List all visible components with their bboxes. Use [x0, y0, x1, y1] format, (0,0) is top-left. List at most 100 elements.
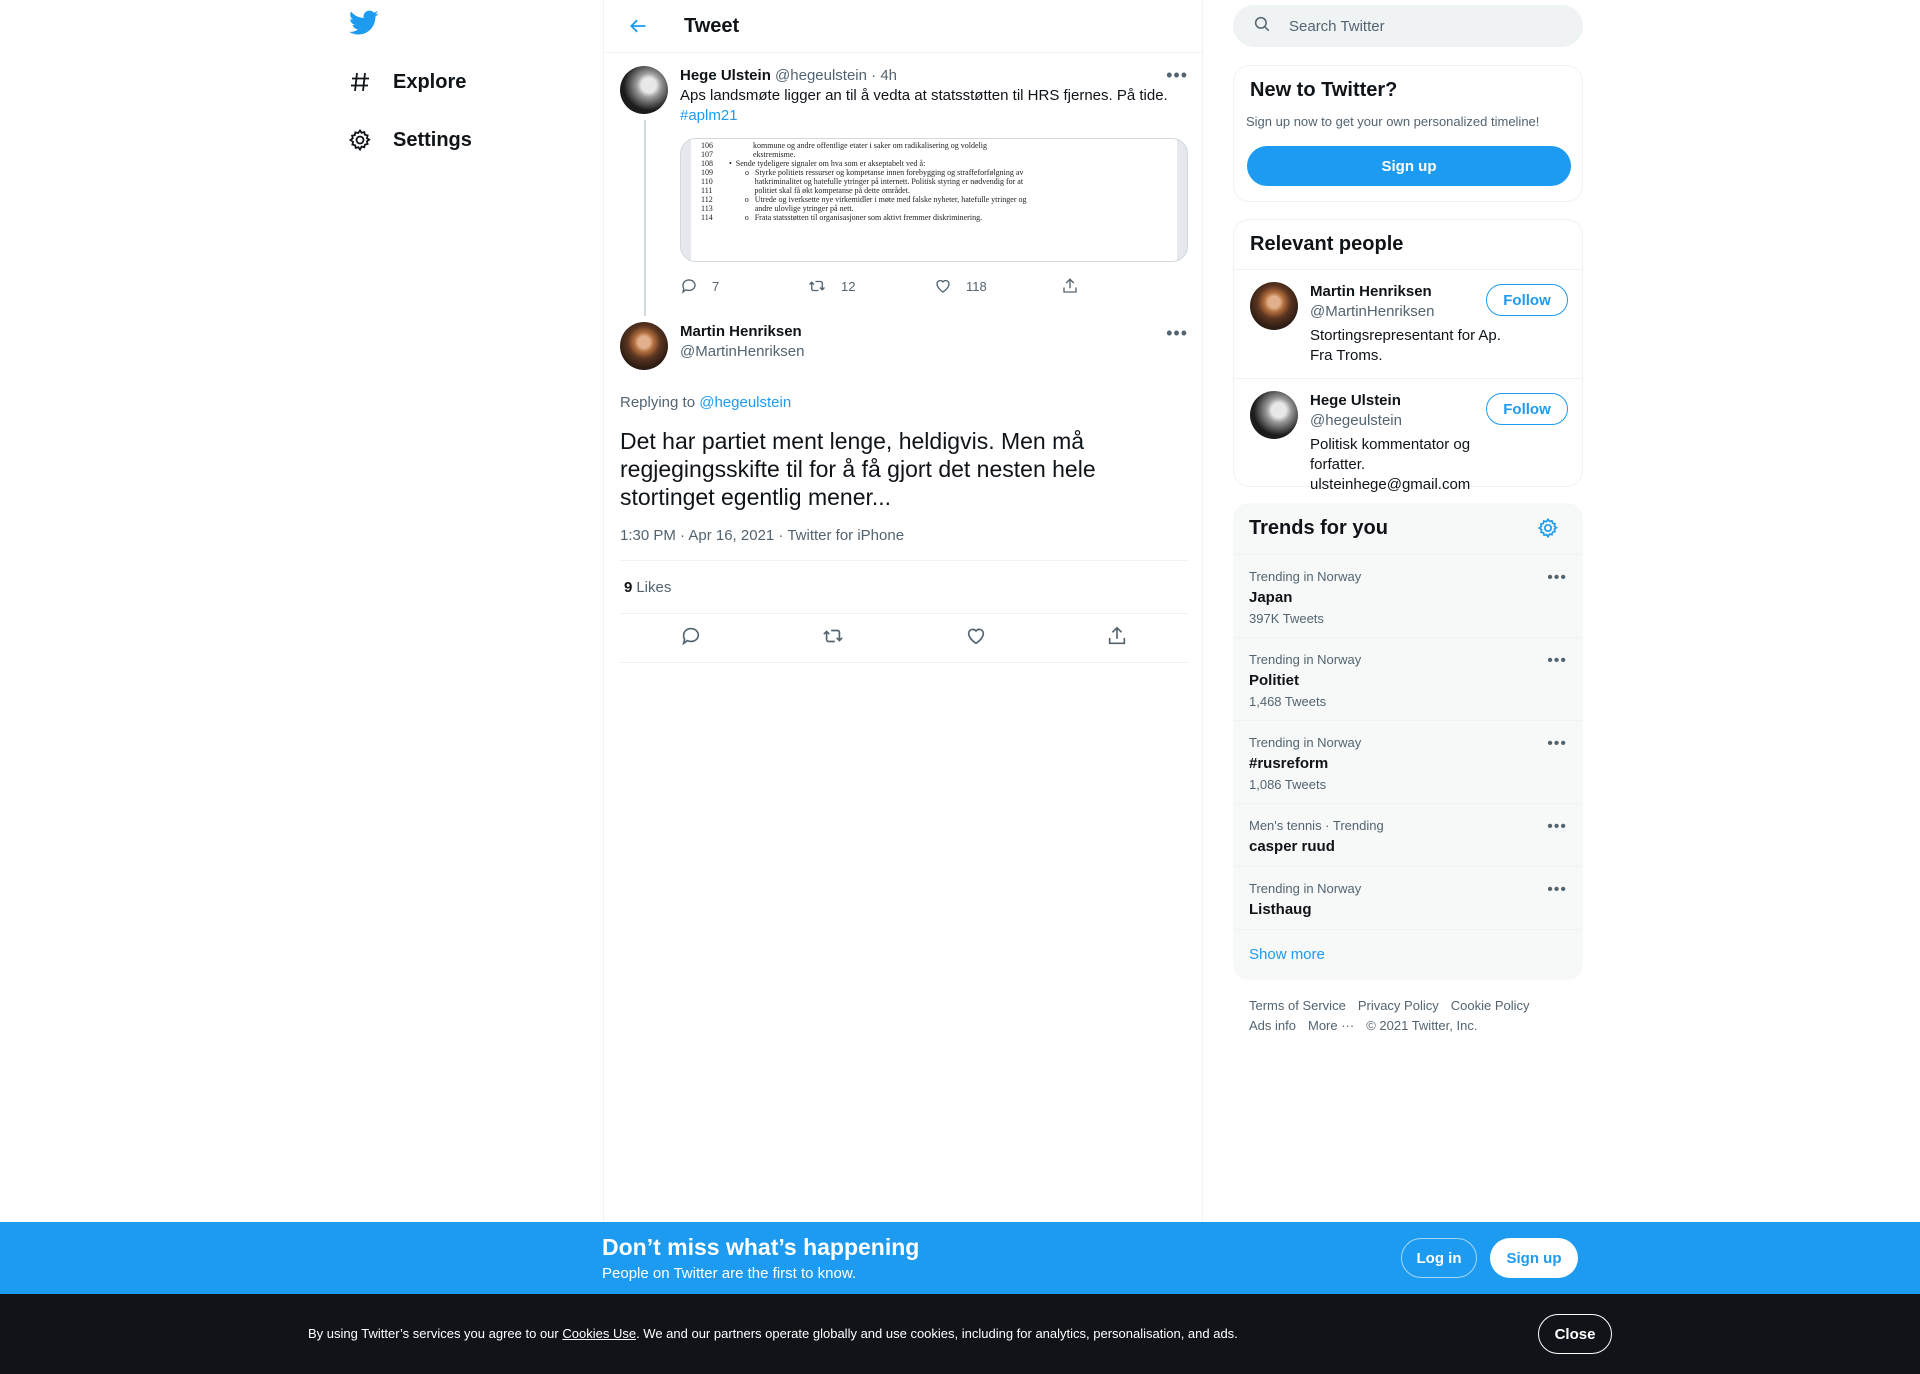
log-in-button[interactable]: Log in — [1401, 1238, 1477, 1278]
person-handle[interactable]: @hegeulstein — [1310, 411, 1510, 431]
trend-name: Japan — [1249, 589, 1293, 606]
trend-name: Listhaug — [1249, 901, 1312, 918]
avatar[interactable] — [1250, 282, 1298, 330]
show-more-row[interactable]: Show more — [1233, 929, 1583, 980]
reply-count: 7 — [712, 278, 720, 294]
cookies-use-link[interactable]: Cookies Use — [562, 1326, 636, 1341]
back-arrow-icon[interactable] — [620, 8, 656, 44]
cookie-prefix: By using Twitter’s services you agree to… — [308, 1326, 559, 1341]
gear-icon[interactable] — [1537, 517, 1559, 544]
parent-tweet-text: Aps landsmøte ligger an til å vedta at s… — [680, 86, 1188, 126]
document-snippet: 106 kommune og andre offentlige etater i… — [691, 139, 1177, 261]
follow-button[interactable]: Follow — [1486, 393, 1568, 425]
avatar[interactable] — [1250, 391, 1298, 439]
search-box[interactable] — [1233, 5, 1583, 47]
author-info: Martin Henriksen @MartinHenriksen — [680, 322, 804, 370]
document-line: 111 politiet skal få økt kompetanse på d… — [701, 186, 910, 195]
hashtag-link[interactable]: #aplm21 — [680, 107, 738, 124]
like-action[interactable]: 118 — [934, 277, 1061, 295]
trend-item[interactable]: Trending in Norway Listhaug ••• — [1233, 866, 1583, 929]
close-button[interactable]: Close — [1538, 1314, 1612, 1354]
parent-tweet-actions: 7 12 118 — [680, 276, 1188, 296]
nav-settings[interactable]: Settings — [347, 118, 472, 162]
person-bio: Politisk kommentator og forfatter. ulste… — [1310, 436, 1471, 493]
trend-item[interactable]: Trending in Norway Japan 397K Tweets ••• — [1233, 554, 1583, 637]
person-item[interactable]: Hege Ulstein @hegeulstein Politisk komme… — [1234, 391, 1584, 493]
more-options-icon[interactable]: ••• — [1166, 66, 1188, 84]
author-handle[interactable]: @MartinHenriksen — [680, 342, 804, 362]
footer-link[interactable]: Terms of Service — [1249, 996, 1346, 1016]
share-icon — [1063, 278, 1077, 293]
thread-line — [644, 120, 646, 316]
cookie-text: By using Twitter’s services you agree to… — [308, 1326, 1238, 1341]
more-options-icon[interactable]: ••• — [1547, 735, 1567, 753]
footer-link[interactable]: More ··· — [1308, 1016, 1354, 1036]
person-info: Hege Ulstein @hegeulstein Politisk komme… — [1310, 391, 1510, 495]
footer-link[interactable]: Cookie Policy — [1451, 996, 1530, 1016]
person-bio: Stortingsrepresentant for Ap. Fra Troms. — [1310, 327, 1501, 364]
document-line: 112 o Utrede og iverksette nye virkemidl… — [701, 195, 1027, 204]
tweet-media-image[interactable]: 106 kommune og andre offentlige etater i… — [680, 138, 1188, 262]
follow-button[interactable]: Follow — [1486, 284, 1568, 316]
more-options-icon[interactable]: ••• — [1547, 652, 1567, 670]
reply-action[interactable]: 7 — [680, 277, 807, 295]
heart-icon — [936, 279, 950, 293]
reply-icon[interactable] — [680, 625, 702, 652]
document-line: 107 ekstremisme. — [701, 150, 796, 159]
footer-link[interactable]: Privacy Policy — [1358, 996, 1439, 1016]
replying-prefix: Replying to — [620, 394, 696, 411]
more-options-icon[interactable]: ••• — [1547, 818, 1567, 836]
divider — [1234, 269, 1582, 270]
nav-settings-label: Settings — [393, 128, 472, 151]
person-name[interactable]: Hege Ulstein — [1310, 391, 1510, 411]
banner-heading: Don’t miss what’s happening — [602, 1234, 920, 1260]
reply-icon — [681, 279, 696, 294]
focused-tweet-header: Martin Henriksen @MartinHenriksen ••• — [620, 322, 1188, 370]
footer-link[interactable]: Ads info — [1249, 1016, 1296, 1036]
sign-up-button[interactable]: Sign up — [1247, 146, 1571, 186]
avatar[interactable] — [620, 322, 668, 370]
banner-subheading: People on Twitter are the first to know. — [602, 1265, 857, 1282]
share-action[interactable] — [1061, 277, 1188, 295]
parent-tweet[interactable]: Hege Ulstein @hegeulstein · 4h ••• Aps l… — [620, 66, 1188, 294]
document-line: 108 • Sende tydeligere signaler om hva s… — [701, 159, 926, 168]
avatar[interactable] — [620, 66, 668, 114]
trend-count: 1,086 Tweets — [1249, 777, 1327, 792]
sign-up-button[interactable]: Sign up — [1490, 1238, 1578, 1278]
trend-item[interactable]: Trending in Norway Politiet 1,468 Tweets… — [1233, 637, 1583, 720]
nav-explore[interactable]: Explore — [347, 60, 466, 104]
replying-to-handle[interactable]: @hegeulstein — [699, 394, 791, 411]
heart-icon[interactable] — [965, 625, 987, 652]
search-icon — [1253, 15, 1271, 38]
author-name[interactable]: Martin Henriksen — [680, 322, 804, 342]
card-title: Trends for you — [1249, 517, 1388, 539]
author-handle[interactable]: @hegeulstein — [775, 67, 867, 84]
more-options-icon[interactable]: ••• — [1547, 881, 1567, 899]
card-subtitle: Sign up now to get your own personalized… — [1246, 114, 1540, 129]
show-more-link[interactable]: Show more — [1249, 946, 1567, 963]
search-input[interactable] — [1289, 17, 1549, 35]
person-name[interactable]: Martin Henriksen — [1310, 282, 1510, 302]
likes-summary[interactable]: 9 Likes — [620, 561, 1188, 613]
main-column: Tweet Hege Ulstein @hegeulstein · 4h •••… — [603, 0, 1203, 1222]
hash-icon — [347, 69, 373, 95]
share-icon[interactable] — [1106, 625, 1128, 652]
trend-item[interactable]: Trending in Norway #rusreform 1,086 Twee… — [1233, 720, 1583, 803]
person-handle[interactable]: @MartinHenriksen — [1310, 302, 1510, 322]
focused-tweet: Martin Henriksen @MartinHenriksen ••• Re… — [620, 322, 1188, 663]
trend-count: 1,468 Tweets — [1249, 694, 1327, 709]
person-item[interactable]: Martin Henriksen @MartinHenriksen Storti… — [1234, 282, 1584, 372]
tweet-meta[interactable]: 1:30 PM · Apr 16, 2021 · Twitter for iPh… — [620, 527, 1188, 544]
more-options-icon[interactable]: ••• — [1547, 569, 1567, 587]
trend-item[interactable]: Men's tennis · Trending casper ruud ••• — [1233, 803, 1583, 866]
author-name[interactable]: Hege Ulstein — [680, 67, 771, 84]
twitter-bird-icon[interactable] — [349, 10, 381, 42]
tweet-time[interactable]: · 4h — [871, 67, 897, 84]
parent-tweet-header: Hege Ulstein @hegeulstein · 4h — [680, 66, 1188, 86]
trend-context: Trending in Norway — [1249, 652, 1362, 667]
tweet-text: Aps landsmøte ligger an til å vedta at s… — [680, 87, 1168, 104]
retweet-action[interactable]: 12 — [807, 277, 934, 295]
parent-tweet-body: Hege Ulstein @hegeulstein · 4h ••• Aps l… — [680, 66, 1188, 296]
more-options-icon[interactable]: ••• — [1166, 324, 1188, 342]
retweet-icon[interactable] — [821, 625, 845, 652]
